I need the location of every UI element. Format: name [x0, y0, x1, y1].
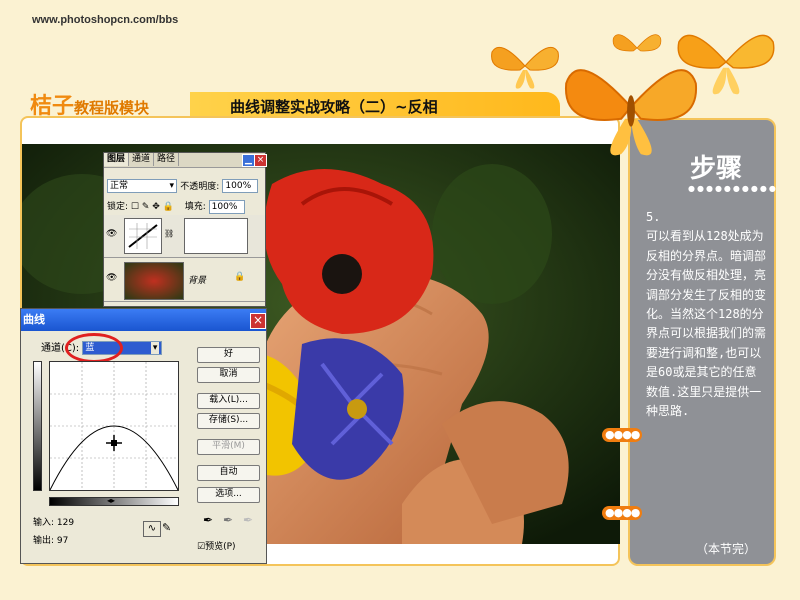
output-value: 97: [56, 536, 69, 546]
white-eyedropper-icon[interactable]: ✒: [243, 513, 253, 527]
input-label: 输入:: [33, 518, 55, 528]
eye-icon[interactable]: 👁: [106, 229, 117, 239]
link-icon: ⛓: [164, 229, 175, 238]
blend-mode-select[interactable]: 正常 ▾: [107, 179, 177, 193]
curve-tool-icon[interactable]: ∿: [143, 521, 161, 537]
layers-panel: ▁ × 图层 通道 路径 正常 ▾ 不透明度: 100% 锁定: ☐ ✎ ✥ 🔒 填充…: [103, 152, 267, 307]
input-value: 129: [56, 518, 75, 528]
auto-button[interactable]: 自动: [197, 465, 260, 481]
layer-mask-thumbnail: [184, 218, 248, 254]
tab-paths[interactable]: 路径: [154, 153, 180, 166]
curves-grid-icon: [128, 223, 158, 249]
smooth-button[interactable]: 平滑(M): [197, 439, 260, 455]
lock-label: 锁定:: [107, 202, 129, 212]
butterfly-icon: [491, 46, 559, 89]
page-title: 曲线调整实战攻略（二）~反相: [230, 98, 438, 116]
save-button[interactable]: 存储(S)...: [197, 413, 260, 429]
opacity-input[interactable]: 100%: [222, 179, 259, 193]
control-point[interactable]: [106, 435, 122, 451]
butterfly-icon: [565, 69, 697, 156]
cancel-button[interactable]: 取消: [197, 367, 260, 383]
background-thumbnail: [124, 262, 184, 300]
heading-dots: ●●●●●●●●●●: [688, 184, 778, 193]
brand-sub: 教程版模块: [74, 99, 150, 117]
gray-eyedropper-icon[interactable]: ✒: [223, 513, 233, 527]
layer-row-curves[interactable]: 👁 ⛓: [104, 215, 265, 258]
lock-row: 锁定: ☐ ✎ ✥ 🔒 填充: 100%: [107, 199, 245, 214]
fill-label: 填充:: [184, 202, 206, 212]
curves-adjustment-icon: [124, 218, 162, 254]
lock-icon[interactable]: ☐ ✎ ✥ 🔒: [131, 202, 174, 212]
end-note: （本节完）: [696, 542, 757, 556]
ok-button[interactable]: 好: [197, 347, 260, 363]
lock-icon: 🔒: [234, 272, 246, 282]
pencil-icon[interactable]: ✎: [162, 521, 171, 534]
blend-mode-value: 正常: [110, 181, 129, 191]
load-button[interactable]: 载入(L)...: [197, 393, 260, 409]
opacity-label: 不透明度:: [180, 182, 220, 192]
decorative-dots: ●●●●: [602, 506, 643, 520]
eye-icon[interactable]: 👁: [106, 273, 117, 283]
preview-label: 预览(P): [205, 542, 236, 552]
step-description: 5. 可以看到从128处成为反相的分界点。暗调部分没有做反相处理，亮调部分发生了…: [646, 210, 767, 419]
curves-dialog: 曲线 × 通道(C): 蓝 ▾ ◂▸ 输入: 129 输出: 97 ∿ ✎ 好 取…: [20, 308, 267, 564]
input-readout: 输入: 129: [33, 515, 74, 528]
curve-graph[interactable]: [49, 361, 179, 491]
black-eyedropper-icon[interactable]: ✒: [203, 513, 213, 527]
close-icon[interactable]: ×: [250, 313, 266, 329]
blend-row: 正常 ▾ 不透明度: 100%: [107, 179, 259, 193]
layer-row-background[interactable]: 👁 背景 🔒: [104, 259, 265, 302]
decorative-dots: ●●●●: [602, 428, 643, 442]
fill-input[interactable]: 100%: [208, 199, 245, 214]
toggle-gradient-icon[interactable]: ◂▸: [107, 496, 115, 505]
site-url[interactable]: www.photoshopcn.com/bbs: [32, 14, 178, 26]
tab-layers[interactable]: 图层: [104, 153, 130, 166]
curves-title-bar: 曲线: [21, 309, 266, 331]
output-gradient-bar: [33, 361, 42, 491]
chevron-down-icon: ▾: [150, 342, 160, 354]
output-label: 输出:: [33, 536, 55, 546]
tab-channels[interactable]: 通道: [129, 153, 155, 166]
preview-checkbox[interactable]: ☑预览(P): [197, 539, 236, 552]
highlight-circle: [65, 333, 123, 363]
chevron-down-icon: ▾: [169, 181, 174, 191]
curve-svg: [49, 362, 179, 491]
layer-name: 背景: [188, 276, 207, 286]
dialog-title: 曲线: [23, 313, 45, 326]
output-readout: 输出: 97: [33, 533, 68, 546]
layers-tabs: 图层 通道 路径: [104, 153, 265, 168]
checkbox-icon[interactable]: ☑: [197, 542, 205, 552]
close-icon[interactable]: ×: [254, 154, 267, 167]
options-button[interactable]: 选项...: [197, 487, 260, 503]
